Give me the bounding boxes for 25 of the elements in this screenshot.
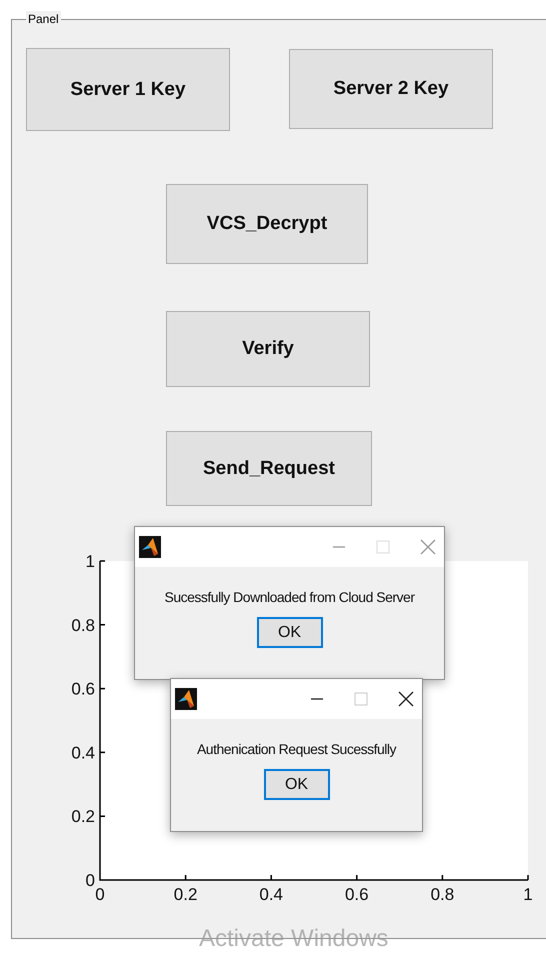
push-button[interactable]: Verify [166, 311, 370, 387]
app-icon [175, 688, 197, 710]
tick-label: 1 [523, 885, 533, 904]
push-button[interactable]: Server 1 Key [26, 48, 230, 131]
tick-label: 0.8 [430, 885, 454, 904]
tick-label: 1 [86, 552, 95, 571]
tick-label: 0.4 [71, 743, 95, 762]
push-button[interactable]: Server 2 Key [289, 49, 493, 129]
ok-button[interactable]: OK [264, 769, 330, 800]
tick-label: 0.2 [71, 807, 95, 826]
ok-button[interactable]: OK [256, 617, 322, 648]
tick-label: 0 [86, 871, 95, 890]
tick-label: 0.4 [259, 885, 284, 904]
tick-label: 0 [95, 885, 105, 904]
close-icon[interactable] [398, 691, 414, 707]
tick-label: 0.6 [71, 680, 95, 699]
tick-label: 0.6 [344, 885, 369, 904]
dialog-message: Authenication Request Sucessfully [196, 741, 396, 757]
dialog-message: Sucessfully Downloaded from Cloud Server [164, 589, 414, 605]
tick-label: 0.8 [71, 616, 95, 635]
push-button[interactable]: VCS_Decrypt [166, 184, 368, 264]
app-icon [139, 536, 161, 558]
maximize-icon[interactable] [354, 692, 368, 706]
push-button[interactable]: Send_Request [166, 431, 372, 506]
tick-label: 0.2 [174, 885, 198, 904]
